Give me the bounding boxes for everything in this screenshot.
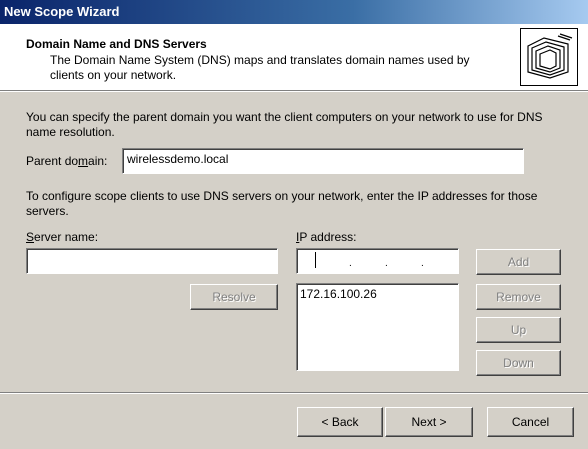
parent-domain-value: wirelessdemo.local — [127, 152, 229, 166]
folder-stack-icon — [520, 28, 578, 86]
next-button[interactable]: Next > — [385, 407, 473, 437]
footer-separator — [0, 392, 588, 394]
down-button[interactable]: Down — [476, 350, 561, 376]
remove-button-label: Remove — [496, 290, 541, 304]
back-button[interactable]: < Back — [297, 407, 383, 437]
resolve-button-label: Resolve — [212, 290, 256, 304]
add-button-label: Add — [507, 255, 530, 269]
remove-button[interactable]: Remove — [476, 284, 561, 310]
text-caret — [315, 252, 316, 268]
cancel-button[interactable]: Cancel — [487, 407, 574, 437]
parent-domain-input[interactable]: wirelessdemo.local — [122, 148, 524, 174]
server-name-label: Server name: — [26, 230, 99, 244]
server-name-input[interactable] — [26, 248, 278, 274]
page-description: The Domain Name System (DNS) maps and tr… — [50, 53, 470, 82]
parent-domain-intro: You can specify the parent domain you wa… — [26, 110, 543, 139]
ip-dot-separator: . — [421, 258, 424, 269]
parent-domain-label: Parent domain: — [26, 154, 108, 168]
ip-address-list[interactable]: 172.16.100.26 — [296, 283, 459, 371]
up-button-label: Up — [510, 323, 527, 337]
page-title: Domain Name and DNS Servers — [26, 37, 207, 51]
down-button-label: Down — [503, 356, 534, 370]
ip-address-input[interactable]: . . . — [296, 248, 459, 274]
ip-dot-separator: . — [349, 258, 352, 269]
add-button[interactable]: Add — [476, 249, 561, 275]
window-title: New Scope Wizard — [4, 4, 120, 19]
list-item[interactable]: 172.16.100.26 — [300, 287, 455, 301]
resolve-button[interactable]: Resolve — [190, 284, 278, 310]
up-button[interactable]: Up — [476, 317, 561, 343]
wizard-header: Domain Name and DNS Servers The Domain N… — [0, 24, 588, 91]
window-title-bar[interactable]: New Scope Wizard — [0, 0, 588, 24]
next-button-label: Next > — [411, 415, 447, 429]
header-separator — [0, 91, 588, 92]
ip-dot-separator: . — [385, 258, 388, 269]
dns-servers-intro: To configure scope clients to use DNS se… — [26, 189, 538, 218]
ip-address-label: IP address: — [296, 230, 357, 244]
cancel-button-label: Cancel — [511, 415, 550, 429]
back-button-label: < Back — [321, 415, 359, 429]
